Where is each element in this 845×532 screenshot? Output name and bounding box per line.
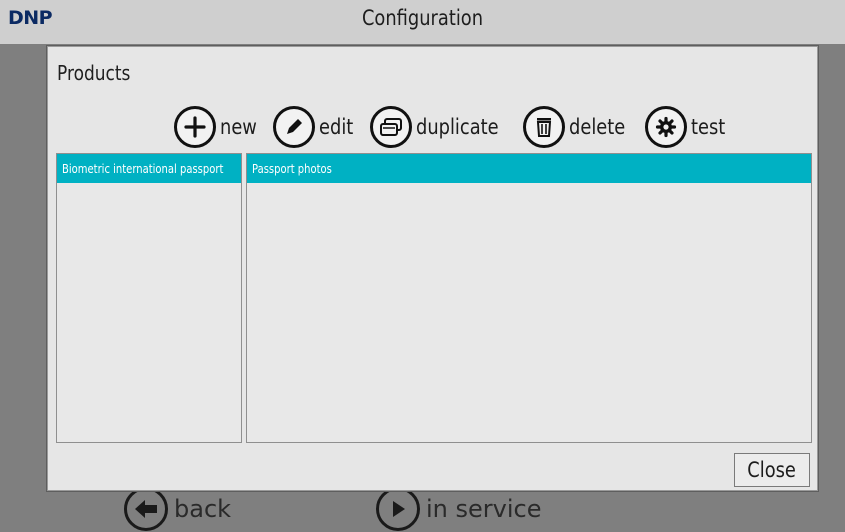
in-service-button[interactable]: in service	[376, 486, 541, 532]
gear-icon	[645, 106, 688, 148]
category-item-selected[interactable]: Biometric international passport	[57, 154, 241, 183]
new-button[interactable]: new	[174, 106, 263, 148]
duplicate-button[interactable]: duplicate	[369, 106, 513, 148]
duplicate-icon	[369, 106, 412, 148]
product-item-label: Passport photos	[252, 161, 332, 176]
toolbar: new edit duplicate delete test	[174, 105, 741, 149]
back-button[interactable]: back	[124, 486, 231, 532]
edit-button[interactable]: edit	[273, 106, 359, 148]
delete-label: delete	[568, 115, 626, 139]
dialog-title: Products	[57, 61, 131, 85]
products-dialog: Products new edit duplicate delete test …	[47, 46, 818, 491]
category-list[interactable]: Biometric international passport	[56, 153, 242, 443]
play-icon	[376, 487, 420, 531]
pencil-icon	[273, 106, 316, 148]
app-header: DNP Configuration	[0, 0, 845, 44]
test-label: test	[691, 115, 726, 139]
arrow-left-icon	[124, 487, 168, 531]
in-service-label: in service	[426, 495, 542, 523]
back-label: back	[174, 495, 232, 523]
close-button[interactable]: Close	[734, 453, 810, 487]
product-list[interactable]: Passport photos	[246, 153, 812, 443]
dnp-logo: DNP	[8, 7, 53, 29]
app-title: Configuration	[361, 6, 484, 30]
trash-icon	[522, 106, 565, 148]
close-label: Close	[747, 458, 797, 482]
edit-label: edit	[319, 115, 354, 139]
duplicate-label: duplicate	[415, 115, 499, 139]
product-item-selected[interactable]: Passport photos	[247, 154, 811, 183]
new-label: new	[220, 115, 257, 139]
delete-button[interactable]: delete	[522, 106, 635, 148]
test-button[interactable]: test	[645, 106, 731, 148]
category-item-label: Biometric international passport	[62, 161, 224, 176]
plus-icon	[174, 106, 216, 148]
